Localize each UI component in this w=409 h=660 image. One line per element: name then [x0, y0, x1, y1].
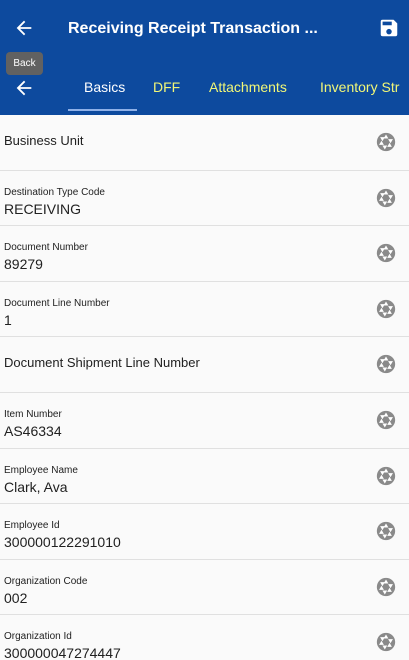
field-label: Organization Id	[4, 631, 72, 643]
aperture-icon[interactable]	[375, 465, 397, 487]
aperture-icon[interactable]	[375, 242, 397, 264]
tab-bar: Basics DFF Attachments Inventory Str	[0, 62, 409, 112]
tab-back-button[interactable]	[8, 72, 40, 104]
page-title: Receiving Receipt Transaction ...	[68, 20, 318, 37]
field-label: Destination Type Code	[4, 186, 105, 198]
aperture-icon[interactable]	[375, 576, 397, 598]
field-label: Document Line Number	[4, 297, 110, 309]
field-value: 002	[4, 589, 28, 606]
field-value: RECEIVING	[4, 200, 82, 217]
field-value: Clark, Ava	[4, 478, 68, 495]
aperture-icon[interactable]	[375, 631, 397, 653]
tab-attachments[interactable]: Attachments	[209, 62, 287, 110]
save-icon	[380, 19, 398, 37]
arrow-left-icon	[16, 80, 32, 96]
save-button[interactable]	[373, 12, 405, 44]
field-employee-name[interactable]: Employee Name Clark, Ava	[0, 448, 409, 505]
field-value: 89279	[4, 256, 43, 273]
field-label: Employee Name	[4, 464, 78, 476]
tab-basics[interactable]: Basics	[84, 62, 125, 110]
field-item-number[interactable]: Item Number AS46334	[0, 392, 409, 449]
field-value: AS46334	[4, 422, 62, 439]
tab-inventory-str[interactable]: Inventory Str	[320, 62, 399, 110]
app-header: Receiving Receipt Transaction ... Back B…	[0, 0, 409, 115]
back-button[interactable]	[8, 12, 40, 44]
top-bar: Receiving Receipt Transaction ...	[0, 0, 409, 56]
field-employee-id[interactable]: Employee Id 300000122291010	[0, 504, 409, 560]
field-label: Document Number	[4, 242, 88, 254]
active-tab-indicator	[68, 109, 137, 111]
field-label: Document Shipment Line Number	[4, 355, 200, 371]
field-document-number[interactable]: Document Number 89279	[0, 226, 409, 282]
field-document-line-number[interactable]: Document Line Number 1	[0, 281, 409, 338]
app-root: Receiving Receipt Transaction ... Back B…	[0, 0, 409, 660]
field-organization-id[interactable]: Organization Id 300000047274447	[0, 615, 409, 660]
arrow-left-icon	[16, 20, 32, 36]
aperture-icon[interactable]	[375, 131, 397, 153]
field-destination-type-code[interactable]: Destination Type Code RECEIVING	[0, 170, 409, 227]
field-label: Employee Id	[4, 520, 60, 532]
back-tooltip: Back	[6, 52, 43, 75]
aperture-icon[interactable]	[375, 409, 397, 431]
tab-dff[interactable]: DFF	[153, 62, 180, 110]
field-value: 300000047274447	[4, 645, 121, 660]
aperture-icon[interactable]	[375, 187, 397, 209]
field-value: 300000122291010	[4, 534, 121, 551]
aperture-icon[interactable]	[375, 520, 397, 542]
field-business-unit[interactable]: Business Unit	[0, 115, 409, 171]
aperture-icon[interactable]	[375, 298, 397, 320]
field-label: Organization Code	[4, 575, 88, 587]
field-document-shipment-line-number[interactable]: Document Shipment Line Number	[0, 337, 409, 393]
field-value: 1	[4, 311, 12, 328]
field-label: Item Number	[4, 408, 62, 420]
field-organization-code[interactable]: Organization Code 002	[0, 559, 409, 616]
field-label: Business Unit	[4, 133, 84, 148]
aperture-icon[interactable]	[375, 353, 397, 375]
field-list: Business Unit Destination Type Code RECE…	[0, 115, 409, 660]
